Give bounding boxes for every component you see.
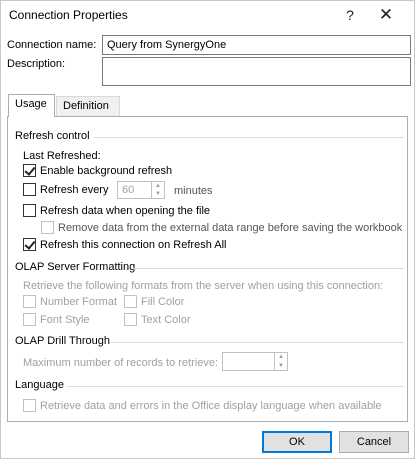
remove-data-checkbox[interactable]: Remove data from the external data range…	[41, 221, 402, 234]
checkbox-checked-icon	[23, 238, 36, 251]
divider	[111, 342, 404, 343]
refresh-minutes-value: 60	[122, 184, 135, 196]
fill-color-checkbox[interactable]: Fill Color	[124, 295, 184, 308]
number-format-checkbox[interactable]: Number Format	[23, 295, 117, 308]
font-style-label: Font Style	[40, 313, 90, 326]
tab-definition[interactable]: Definition	[56, 96, 120, 116]
text-color-checkbox[interactable]: Text Color	[124, 313, 191, 326]
refresh-every-label: Refresh every	[40, 183, 109, 196]
enable-background-refresh-checkbox[interactable]: Enable background refresh	[23, 164, 172, 177]
olap-drill-through-heading: OLAP Drill Through	[15, 335, 110, 347]
chevron-up-icon[interactable]: ▲	[275, 353, 287, 362]
checkbox-unchecked-icon	[23, 204, 36, 217]
connection-name-input[interactable]	[102, 35, 411, 55]
description-input[interactable]	[102, 57, 411, 86]
refresh-on-open-label: Refresh data when opening the file	[40, 204, 211, 217]
office-language-checkbox[interactable]: Retrieve data and errors in the Office d…	[23, 399, 382, 412]
close-button[interactable]: ✕	[371, 3, 401, 27]
cancel-button[interactable]: Cancel	[339, 431, 409, 453]
refresh-minutes-stepper[interactable]: 60 ▲ ▼	[117, 181, 165, 199]
text-color-label: Text Color	[141, 313, 191, 326]
stepper-arrows[interactable]: ▲ ▼	[274, 353, 287, 370]
divider	[132, 268, 404, 269]
checkbox-unchecked-icon	[124, 295, 137, 308]
stepper-arrows[interactable]: ▲ ▼	[151, 182, 164, 198]
olap-format-description: Retrieve the following formats from the …	[23, 280, 384, 292]
refresh-on-open-checkbox[interactable]: Refresh data when opening the file	[23, 204, 210, 217]
chevron-up-icon[interactable]: ▲	[152, 182, 164, 190]
max-records-label: Maximum number of records to retrieve:	[23, 357, 219, 369]
fill-color-label: Fill Color	[141, 295, 185, 308]
tab-usage[interactable]: Usage	[8, 94, 55, 117]
last-refreshed-label: Last Refreshed:	[23, 150, 101, 162]
refresh-all-checkbox[interactable]: Refresh this connection on Refresh All	[23, 238, 227, 251]
chevron-down-icon[interactable]: ▼	[152, 190, 164, 198]
max-records-value	[223, 353, 274, 370]
checkbox-unchecked-icon	[23, 399, 36, 412]
refresh-every-checkbox[interactable]: Refresh every	[23, 183, 108, 196]
description-label: Description:	[7, 58, 66, 70]
max-records-stepper[interactable]: ▲ ▼	[222, 352, 288, 371]
font-style-checkbox[interactable]: Font Style	[23, 313, 90, 326]
minutes-unit-label: minutes	[174, 185, 213, 197]
ok-button[interactable]: OK	[262, 431, 332, 453]
checkbox-checked-icon	[23, 164, 36, 177]
connection-properties-dialog: Connection Properties ? ✕ Connection nam…	[0, 0, 415, 459]
refresh-all-label: Refresh this connection on Refresh All	[40, 238, 227, 251]
divider	[94, 137, 404, 138]
number-format-label: Number Format	[40, 295, 118, 308]
checkbox-unchecked-icon	[23, 313, 36, 326]
divider	[67, 386, 404, 387]
remove-data-label: Remove data from the external data range…	[58, 221, 403, 234]
enable-background-refresh-label: Enable background refresh	[40, 164, 173, 177]
chevron-down-icon[interactable]: ▼	[275, 362, 287, 371]
checkbox-unchecked-icon	[41, 221, 54, 234]
olap-formatting-heading: OLAP Server Formatting	[15, 261, 136, 273]
dialog-title: Connection Properties	[9, 8, 128, 22]
refresh-control-heading: Refresh control	[15, 130, 90, 142]
checkbox-unchecked-icon	[23, 183, 36, 196]
office-language-label: Retrieve data and errors in the Office d…	[40, 399, 382, 412]
help-button[interactable]: ?	[335, 3, 365, 27]
checkbox-unchecked-icon	[124, 313, 137, 326]
connection-name-label: Connection name:	[7, 39, 97, 51]
checkbox-unchecked-icon	[23, 295, 36, 308]
language-heading: Language	[15, 379, 64, 391]
title-bar: Connection Properties ? ✕	[1, 1, 414, 29]
